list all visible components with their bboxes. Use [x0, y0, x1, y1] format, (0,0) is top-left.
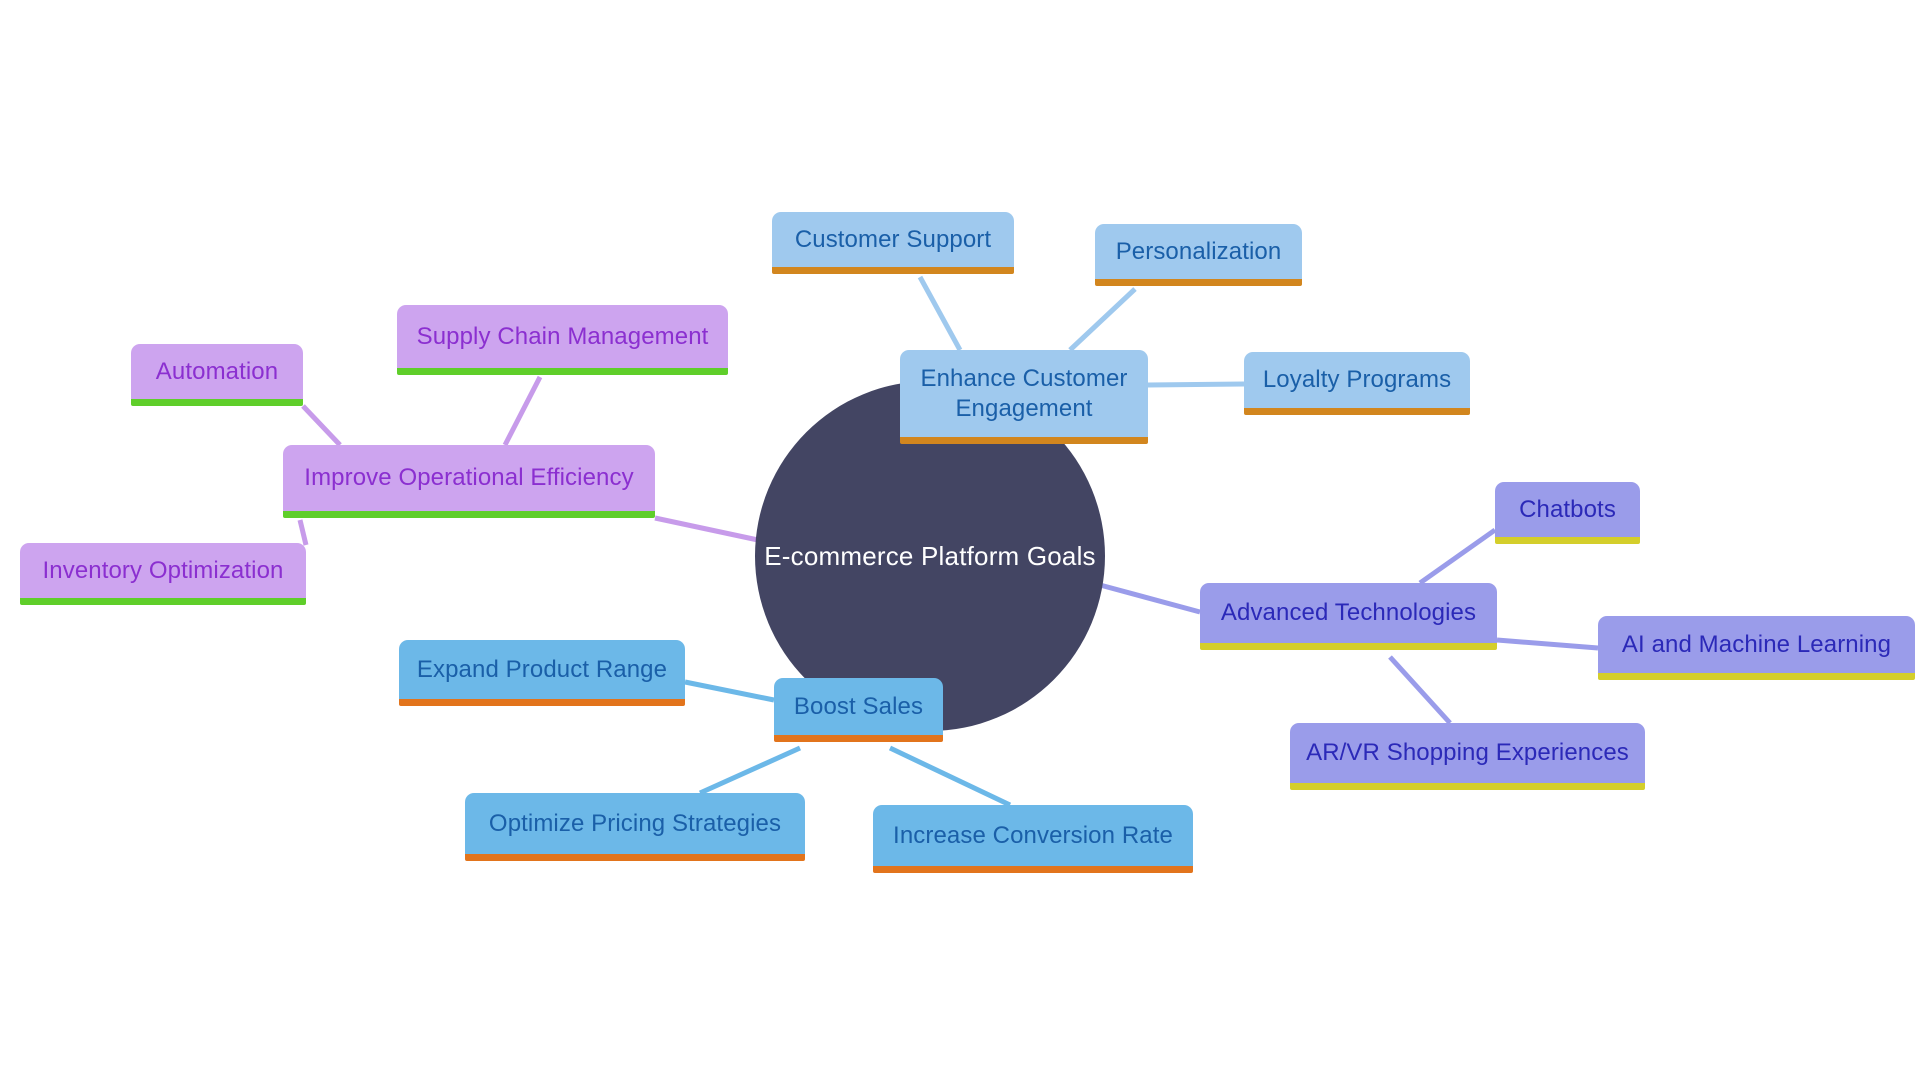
- node-boost-sales[interactable]: Boost Sales: [774, 678, 943, 742]
- node-increase-conversion-rate[interactable]: Increase Conversion Rate: [873, 805, 1193, 873]
- edge-enhance-to-personalization: [1068, 287, 1137, 352]
- node-boost-sales-label: Boost Sales: [793, 692, 924, 720]
- node-expand-product-range[interactable]: Expand Product Range: [399, 640, 685, 706]
- node-ar-vr-shopping-experiences[interactable]: AR/VR Shopping Experiences: [1290, 723, 1645, 790]
- edge-advanced-to-ai-and-machine-learning: [1496, 637, 1599, 651]
- node-enhance-customer-engagement[interactable]: Enhance Customer Engagement: [900, 350, 1148, 444]
- node-customer-support[interactable]: Customer Support: [772, 212, 1014, 274]
- node-personalization-label: Personalization: [1115, 237, 1282, 265]
- node-optimize-pricing-strategies-label: Optimize Pricing Strategies: [488, 809, 782, 837]
- node-automation[interactable]: Automation: [131, 344, 303, 406]
- node-expand-product-range-label: Expand Product Range: [416, 655, 668, 683]
- node-enhance-customer-engagement-label: Enhance Customer Engagement: [920, 365, 1128, 422]
- node-advanced-technologies[interactable]: Advanced Technologies: [1200, 583, 1497, 650]
- edge-advanced-to-chatbots: [1418, 527, 1497, 586]
- edge-root-to-improve-operational-efficiency: [654, 515, 759, 543]
- node-improve-operational-efficiency[interactable]: Improve Operational Efficiency: [283, 445, 655, 518]
- node-customer-support-label: Customer Support: [794, 225, 992, 253]
- node-ai-and-machine-learning[interactable]: AI and Machine Learning: [1598, 616, 1915, 680]
- edge-boost-to-increase-conversion-rate: [888, 745, 1012, 808]
- edge-improve-to-inventory-optimization: [297, 519, 309, 546]
- root-node-label: E-commerce Platform Goals: [764, 540, 1096, 571]
- node-advanced-technologies-label: Advanced Technologies: [1220, 599, 1477, 627]
- node-optimize-pricing-strategies[interactable]: Optimize Pricing Strategies: [465, 793, 805, 861]
- node-supply-chain-management-label: Supply Chain Management: [416, 322, 709, 350]
- node-inventory-optimization[interactable]: Inventory Optimization: [20, 543, 306, 605]
- edge-boost-to-optimize-pricing-strategies: [698, 745, 802, 796]
- node-loyalty-programs-label: Loyalty Programs: [1262, 366, 1452, 394]
- edge-advanced-to-ar-vr-shopping-experiences: [1388, 655, 1452, 725]
- node-automation-label: Automation: [155, 357, 279, 385]
- edge-enhance-to-customer-support: [917, 275, 963, 352]
- edge-boost-to-expand-product-range: [684, 679, 775, 703]
- node-loyalty-programs[interactable]: Loyalty Programs: [1244, 352, 1470, 415]
- node-increase-conversion-rate-label: Increase Conversion Rate: [893, 821, 1173, 849]
- node-inventory-optimization-label: Inventory Optimization: [42, 556, 284, 584]
- edge-improve-to-automation: [301, 404, 342, 447]
- node-chatbots[interactable]: Chatbots: [1495, 482, 1640, 544]
- edge-enhance-to-loyalty-programs: [1147, 381, 1245, 388]
- node-supply-chain-management[interactable]: Supply Chain Management: [397, 305, 728, 375]
- edge-improve-to-supply-chain-management: [502, 375, 543, 447]
- mindmap-canvas: E-commerce Platform Goals Automation Sup…: [0, 0, 1920, 1080]
- node-ar-vr-shopping-experiences-label: AR/VR Shopping Experiences: [1306, 739, 1629, 767]
- edge-root-to-advanced-technologies: [1099, 582, 1201, 615]
- node-improve-operational-efficiency-label: Improve Operational Efficiency: [304, 464, 634, 492]
- node-chatbots-label: Chatbots: [1519, 495, 1616, 523]
- node-personalization[interactable]: Personalization: [1095, 224, 1302, 286]
- node-ai-and-machine-learning-label: AI and Machine Learning: [1621, 630, 1892, 658]
